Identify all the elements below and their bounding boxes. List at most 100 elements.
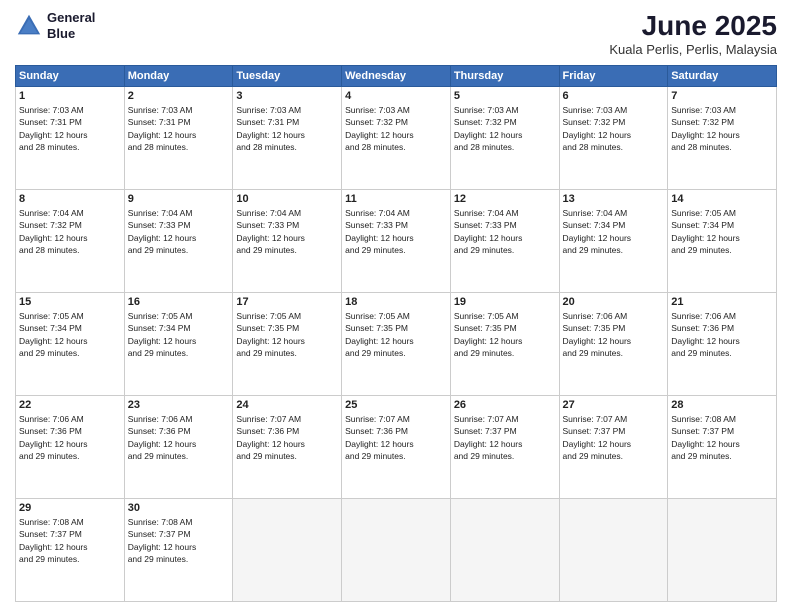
cell-text: Sunrise: 7:03 AMSunset: 7:32 PMDaylight:… xyxy=(563,104,665,153)
table-row: 13Sunrise: 7:04 AMSunset: 7:34 PMDayligh… xyxy=(559,190,668,293)
cell-text: Sunrise: 7:06 AMSunset: 7:36 PMDaylight:… xyxy=(19,413,121,462)
table-row: 30 Sunrise: 7:08 AMSunset: 7:37 PMDayligh… xyxy=(124,499,233,602)
table-row xyxy=(342,499,451,602)
day-number: 22 xyxy=(19,399,121,411)
cell-text: Sunrise: 7:08 AMSunset: 7:37 PMDaylight:… xyxy=(128,516,230,565)
cell-text: Sunrise: 7:06 AMSunset: 7:36 PMDaylight:… xyxy=(671,310,773,359)
calendar-week: 8Sunrise: 7:04 AMSunset: 7:32 PMDaylight… xyxy=(16,190,777,293)
table-row: 9 Sunrise: 7:04 AMSunset: 7:33 PMDaylight… xyxy=(124,190,233,293)
day-number: 17 xyxy=(236,296,338,308)
cell-text: Sunrise: 7:07 AMSunset: 7:36 PMDaylight:… xyxy=(345,413,447,462)
table-row: 11Sunrise: 7:04 AMSunset: 7:33 PMDayligh… xyxy=(342,190,451,293)
cell-text: Sunrise: 7:08 AMSunset: 7:37 PMDaylight:… xyxy=(19,516,121,565)
table-row: 15Sunrise: 7:05 AMSunset: 7:34 PMDayligh… xyxy=(16,293,125,396)
table-row: 2 Sunrise: 7:03 AMSunset: 7:31 PMDaylight… xyxy=(124,87,233,190)
weekday-header: Tuesday xyxy=(233,66,342,87)
logo: General Blue xyxy=(15,10,95,41)
cell-text: Sunrise: 7:04 AMSunset: 7:33 PMDaylight:… xyxy=(345,207,447,256)
table-row: 18 Sunrise: 7:05 AMSunset: 7:35 PMDayligh… xyxy=(342,293,451,396)
day-number: 28 xyxy=(671,399,773,411)
day-number: 12 xyxy=(454,193,556,205)
calendar-week: 1 Sunrise: 7:03 AMSunset: 7:31 PMDaylight… xyxy=(16,87,777,190)
cell-text: Sunrise: 7:03 AMSunset: 7:31 PMDaylight:… xyxy=(19,104,121,153)
weekday-header-row: SundayMondayTuesdayWednesdayThursdayFrid… xyxy=(16,66,777,87)
cell-text: Sunrise: 7:07 AMSunset: 7:36 PMDaylight:… xyxy=(236,413,338,462)
day-number: 23 xyxy=(128,399,230,411)
weekday-header: Sunday xyxy=(16,66,125,87)
day-number: 26 xyxy=(454,399,556,411)
weekday-header: Saturday xyxy=(668,66,777,87)
day-number: 5 xyxy=(454,90,556,102)
day-number: 3 xyxy=(236,90,338,102)
day-number: 18 xyxy=(345,296,447,308)
cell-text: Sunrise: 7:07 AMSunset: 7:37 PMDaylight:… xyxy=(454,413,556,462)
table-row: 27 Sunrise: 7:07 AMSunset: 7:37 PMDayligh… xyxy=(559,396,668,499)
table-row: 14 Sunrise: 7:05 AMSunset: 7:34 PMDayligh… xyxy=(668,190,777,293)
day-number: 30 xyxy=(128,502,230,514)
cell-text: Sunrise: 7:04 AMSunset: 7:34 PMDaylight:… xyxy=(563,207,665,256)
cell-text: Sunrise: 7:04 AMSunset: 7:33 PMDaylight:… xyxy=(454,207,556,256)
cell-text: Sunrise: 7:03 AMSunset: 7:31 PMDaylight:… xyxy=(236,104,338,153)
cell-text: Sunrise: 7:05 AMSunset: 7:34 PMDaylight:… xyxy=(671,207,773,256)
cell-text: Sunrise: 7:05 AMSunset: 7:35 PMDaylight:… xyxy=(236,310,338,359)
cell-text: Sunrise: 7:05 AMSunset: 7:34 PMDaylight:… xyxy=(128,310,230,359)
table-row: 25 Sunrise: 7:07 AMSunset: 7:36 PMDayligh… xyxy=(342,396,451,499)
day-number: 2 xyxy=(128,90,230,102)
table-row: 8Sunrise: 7:04 AMSunset: 7:32 PMDaylight… xyxy=(16,190,125,293)
table-row: 1 Sunrise: 7:03 AMSunset: 7:31 PMDaylight… xyxy=(16,87,125,190)
table-row: 22 Sunrise: 7:06 AMSunset: 7:36 PMDayligh… xyxy=(16,396,125,499)
day-number: 9 xyxy=(128,193,230,205)
weekday-header: Friday xyxy=(559,66,668,87)
table-row: 28Sunrise: 7:08 AMSunset: 7:37 PMDayligh… xyxy=(668,396,777,499)
cell-text: Sunrise: 7:03 AMSunset: 7:32 PMDaylight:… xyxy=(345,104,447,153)
logo-text: General Blue xyxy=(47,10,95,41)
day-number: 20 xyxy=(563,296,665,308)
table-row: 6Sunrise: 7:03 AMSunset: 7:32 PMDaylight… xyxy=(559,87,668,190)
day-number: 25 xyxy=(345,399,447,411)
table-row: 17 Sunrise: 7:05 AMSunset: 7:35 PMDayligh… xyxy=(233,293,342,396)
cell-text: Sunrise: 7:03 AMSunset: 7:32 PMDaylight:… xyxy=(454,104,556,153)
table-row: 5 Sunrise: 7:03 AMSunset: 7:32 PMDaylight… xyxy=(450,87,559,190)
cell-text: Sunrise: 7:04 AMSunset: 7:32 PMDaylight:… xyxy=(19,207,121,256)
month-title: June 2025 xyxy=(609,10,777,42)
cell-text: Sunrise: 7:05 AMSunset: 7:35 PMDaylight:… xyxy=(345,310,447,359)
calendar-week: 29 Sunrise: 7:08 AMSunset: 7:37 PMDayligh… xyxy=(16,499,777,602)
cell-text: Sunrise: 7:04 AMSunset: 7:33 PMDaylight:… xyxy=(128,207,230,256)
cell-text: Sunrise: 7:03 AMSunset: 7:32 PMDaylight:… xyxy=(671,104,773,153)
day-number: 24 xyxy=(236,399,338,411)
calendar-week: 22 Sunrise: 7:06 AMSunset: 7:36 PMDayligh… xyxy=(16,396,777,499)
cell-text: Sunrise: 7:07 AMSunset: 7:37 PMDaylight:… xyxy=(563,413,665,462)
header: General Blue June 2025 Kuala Perlis, Per… xyxy=(15,10,777,57)
table-row: 3 Sunrise: 7:03 AMSunset: 7:31 PMDaylight… xyxy=(233,87,342,190)
day-number: 19 xyxy=(454,296,556,308)
day-number: 16 xyxy=(128,296,230,308)
table-row: 7 Sunrise: 7:03 AMSunset: 7:32 PMDaylight… xyxy=(668,87,777,190)
table-row: 29 Sunrise: 7:08 AMSunset: 7:37 PMDayligh… xyxy=(16,499,125,602)
table-row: 21 Sunrise: 7:06 AMSunset: 7:36 PMDayligh… xyxy=(668,293,777,396)
table-row xyxy=(559,499,668,602)
table-row xyxy=(233,499,342,602)
table-row: 4Sunrise: 7:03 AMSunset: 7:32 PMDaylight… xyxy=(342,87,451,190)
cell-text: Sunrise: 7:05 AMSunset: 7:34 PMDaylight:… xyxy=(19,310,121,359)
location: Kuala Perlis, Perlis, Malaysia xyxy=(609,42,777,57)
day-number: 21 xyxy=(671,296,773,308)
table-row: 20 Sunrise: 7:06 AMSunset: 7:35 PMDayligh… xyxy=(559,293,668,396)
day-number: 7 xyxy=(671,90,773,102)
day-number: 14 xyxy=(671,193,773,205)
table-row: 19Sunrise: 7:05 AMSunset: 7:35 PMDayligh… xyxy=(450,293,559,396)
table-row: 26 Sunrise: 7:07 AMSunset: 7:37 PMDayligh… xyxy=(450,396,559,499)
day-number: 1 xyxy=(19,90,121,102)
weekday-header: Thursday xyxy=(450,66,559,87)
day-number: 10 xyxy=(236,193,338,205)
cell-text: Sunrise: 7:03 AMSunset: 7:31 PMDaylight:… xyxy=(128,104,230,153)
logo-line2: Blue xyxy=(47,26,95,42)
calendar-week: 15Sunrise: 7:05 AMSunset: 7:34 PMDayligh… xyxy=(16,293,777,396)
table-row: 24 Sunrise: 7:07 AMSunset: 7:36 PMDayligh… xyxy=(233,396,342,499)
logo-icon xyxy=(15,12,43,40)
cell-text: Sunrise: 7:06 AMSunset: 7:35 PMDaylight:… xyxy=(563,310,665,359)
day-number: 27 xyxy=(563,399,665,411)
day-number: 29 xyxy=(19,502,121,514)
table-row xyxy=(668,499,777,602)
calendar: SundayMondayTuesdayWednesdayThursdayFrid… xyxy=(15,65,777,602)
cell-text: Sunrise: 7:04 AMSunset: 7:33 PMDaylight:… xyxy=(236,207,338,256)
